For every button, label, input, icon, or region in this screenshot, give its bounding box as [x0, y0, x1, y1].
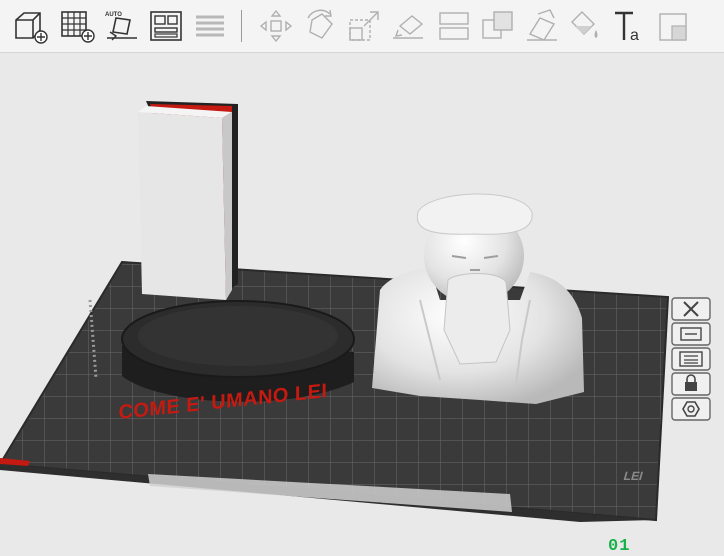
auto-label: AUTO: [105, 12, 122, 18]
plate-name-label: LEI: [622, 469, 645, 483]
cube-plus-icon: [15, 12, 48, 44]
close-icon: [671, 297, 711, 321]
arrange-icon: [150, 11, 182, 41]
more-tools-icon: [659, 13, 687, 41]
lay-on-face-icon: [393, 15, 424, 39]
scale-button[interactable]: [346, 8, 382, 44]
rotate-button[interactable]: [302, 8, 338, 44]
move-arrows-icon: [259, 9, 293, 43]
boolean-button[interactable]: [480, 8, 516, 44]
add-plate-button[interactable]: [60, 8, 96, 44]
plate-number[interactable]: 01: [608, 537, 630, 556]
text-button[interactable]: a: [612, 8, 648, 44]
block-object: [138, 101, 238, 300]
arrange-button[interactable]: [148, 8, 184, 44]
toolbar: AUTO a: [0, 0, 724, 53]
rotate-icon: [307, 9, 333, 39]
move-button[interactable]: [258, 8, 294, 44]
cut-icon: [439, 12, 469, 40]
orient-plate-button[interactable]: [671, 347, 711, 371]
arrange-plate-icon: [671, 322, 711, 346]
split-layers-button[interactable]: [192, 8, 228, 44]
svg-text:a: a: [630, 27, 639, 44]
color-paint-button[interactable]: [566, 8, 602, 44]
boolean-icon: [482, 11, 513, 39]
scale-icon: [349, 11, 379, 41]
add-object-button[interactable]: [12, 8, 48, 44]
more-tools-button[interactable]: [656, 8, 692, 44]
plate-settings-button[interactable]: [671, 397, 711, 421]
lock-plate-button[interactable]: [671, 372, 711, 396]
auto-orient-icon: AUTO: [105, 12, 137, 41]
toolbar-separator: [241, 10, 242, 42]
3d-viewport[interactable]: COME E' UMANO LEI LEI 01: [0, 53, 724, 556]
arrange-plate-button[interactable]: [671, 322, 711, 346]
orient-plate-icon: [671, 347, 711, 371]
bust-object: [372, 193, 584, 404]
layers-icon: [196, 15, 224, 37]
lock-icon: [671, 372, 711, 396]
gear-icon: [671, 397, 711, 421]
text-icon: a: [615, 11, 639, 44]
scene-canvas: [0, 101, 670, 522]
color-paint-icon: [571, 11, 598, 38]
grid-plus-icon: [61, 11, 95, 43]
support-paint-button[interactable]: [524, 8, 560, 44]
cut-button[interactable]: [436, 8, 472, 44]
delete-plate-button[interactable]: [671, 297, 711, 321]
support-paint-icon: [527, 9, 557, 41]
lay-on-face-button[interactable]: [390, 8, 426, 44]
auto-orient-button[interactable]: AUTO: [104, 8, 140, 44]
